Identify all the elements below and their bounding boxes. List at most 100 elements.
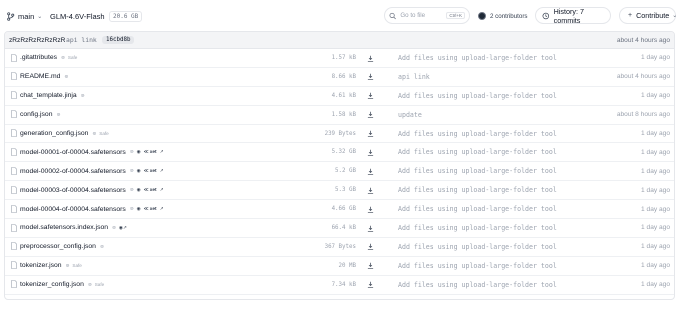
lfs-icon: ⊚ (64, 73, 69, 79)
file-row[interactable]: tokenizer_config.json ⊚ Safe 7.34 kB Add fil… (5, 276, 674, 295)
xet-icon: ≪ (143, 149, 149, 155)
file-row[interactable]: README.md ⊚ 8.66 kB api link about 4 hours a… (5, 68, 674, 87)
download-icon[interactable] (367, 73, 374, 81)
file-badges: ⊚ ◉ ≪ xet ↗ (130, 149, 164, 155)
file-row[interactable]: video_preprocessor_config.json⊚369 Bytes… (5, 295, 674, 299)
xet-icon: ≪ (143, 168, 149, 174)
file-name[interactable]: tokenizer.json (20, 262, 62, 269)
view-icon[interactable]: ↗ (160, 149, 164, 155)
file-name[interactable]: preprocessor_config.json (20, 243, 96, 250)
file-size: 5.32 GB (331, 149, 356, 156)
eye-icon[interactable]: ◉ (137, 187, 141, 193)
file-name[interactable]: README.md (20, 73, 60, 80)
file-commit-message[interactable]: Add files using upload-large-folder tool (398, 243, 557, 251)
file-name[interactable]: model-00002-of-00004.safetensors (20, 168, 126, 175)
commit-author[interactable]: zRzRzRzRzRzRzR (9, 37, 65, 44)
file-commit-message[interactable]: Add files using upload-large-folder tool (398, 92, 557, 100)
file-name[interactable]: .gitattributes (20, 54, 57, 61)
history-button[interactable]: History: 7 commits (535, 6, 611, 25)
file-row[interactable]: config.json ⊚ 1.58 kB update about 8 hours a… (5, 106, 674, 125)
file-row[interactable]: chat_template.jinja ⊚ 4.61 kB Add files usi… (5, 87, 674, 106)
eye-icon[interactable]: ◉ (137, 206, 141, 212)
search-shortcut: Ctrl+K (446, 12, 465, 19)
file-row[interactable]: model.safetensors.index.json ⊚ ◉↗ 66.4 kB Ad… (5, 219, 674, 238)
download-icon[interactable] (367, 225, 374, 232)
view-icon[interactable]: ◉↗ (119, 225, 127, 231)
file-name[interactable]: generation_config.json (20, 130, 88, 137)
contributors-link[interactable]: 2 contributors (478, 6, 528, 26)
file-commit-message[interactable]: Add files using upload-large-folder tool (398, 167, 557, 175)
download-icon[interactable] (367, 206, 374, 213)
file-name[interactable]: chat_template.jinja (20, 92, 77, 99)
file-name[interactable]: model-00001-of-00004.safetensors (20, 149, 126, 156)
file-badges: ⊚ ◉↗ (112, 225, 127, 231)
file-row[interactable]: tokenizer.json ⊚ Safe 20 MB Add files using … (5, 257, 674, 276)
file-size: 5.2 GB (335, 168, 356, 175)
file-name[interactable]: config.json (20, 111, 53, 118)
go-to-file-search[interactable]: Ctrl+K (384, 7, 470, 24)
lfs-icon: ⊚ (129, 168, 134, 174)
download-icon[interactable] (367, 55, 374, 62)
download-icon[interactable] (367, 281, 374, 288)
download-icon[interactable] (367, 243, 374, 251)
file-commit-message[interactable]: Add files using upload-large-folder tool (398, 130, 557, 138)
commit-hash[interactable]: 16cbd8b (102, 36, 135, 44)
file-list: .gitattributes ⊚ Safe 1.57 kB Add files usin… (5, 49, 674, 299)
xet-badge: ≪ xet (144, 207, 157, 212)
view-icon[interactable]: ↗ (160, 187, 164, 193)
repo-toolbar: main ⌄ GLM-4.6V-Flash 20.6 GB Ctrl+K 2 c… (6, 6, 677, 26)
file-commit-message[interactable]: Add files using upload-large-folder tool (398, 54, 557, 62)
xet-badge: ≪ xet (144, 188, 157, 193)
file-row[interactable]: .gitattributes ⊚ Safe 1.57 kB Add files usin… (5, 49, 674, 68)
file-row[interactable]: generation_config.json ⊚ Safe 239 Bytes Add … (5, 125, 674, 144)
file-row[interactable]: model-00002-of-00004.safetensors ⊚ ◉ ≪ xet ↗ 5… (5, 162, 674, 182)
file-commit-message[interactable]: Add files using upload-large-folder tool (398, 224, 557, 232)
file-icon (11, 72, 17, 81)
view-icon[interactable]: ↗ (160, 168, 164, 174)
lfs-icon: ⊚ (99, 243, 104, 249)
download-icon[interactable] (367, 130, 374, 137)
branch-selector[interactable]: main ⌄ (6, 6, 42, 26)
file-name[interactable]: tokenizer_config.json (20, 281, 84, 288)
eye-icon[interactable]: ◉ (137, 168, 141, 174)
file-name[interactable]: model-00003-of-00004.safetensors (20, 187, 126, 194)
file-badges: ⊚ Safe (66, 263, 82, 269)
contribute-button[interactable]: + Contribute ⌄ (619, 7, 677, 24)
eye-icon[interactable]: ◉ (137, 149, 141, 155)
file-badges: ⊚ ◉ ≪ xet ↗ (130, 206, 164, 212)
file-commit-message[interactable]: Add files using upload-large-folder tool (398, 281, 557, 289)
download-icon[interactable] (367, 168, 374, 175)
download-icon[interactable] (367, 262, 374, 269)
file-icon (11, 53, 17, 62)
repo-name[interactable]: GLM-4.6V-Flash (50, 6, 105, 26)
xet-badge: ≪ xet (144, 169, 157, 174)
search-input[interactable] (400, 12, 447, 19)
file-commit-message[interactable]: update (398, 111, 422, 119)
file-commit-message[interactable]: Add files using upload-large-folder tool (398, 262, 557, 270)
file-icon (11, 129, 17, 137)
file-icon (11, 223, 17, 232)
file-commit-message[interactable]: Add files using upload-large-folder tool (398, 148, 557, 156)
view-icon[interactable]: ↗ (160, 206, 164, 212)
download-icon[interactable] (367, 187, 374, 194)
file-time: 1 day ago (641, 130, 670, 137)
history-label: History: 7 commits (553, 6, 584, 25)
download-icon[interactable] (367, 149, 374, 156)
file-commit-message[interactable]: api link (398, 73, 430, 81)
file-commit-message[interactable]: Add files using upload-large-folder tool (398, 186, 557, 194)
file-name[interactable]: model-00004-of-00004.safetensors (20, 206, 126, 213)
download-icon[interactable] (367, 92, 374, 99)
download-icon[interactable] (367, 111, 374, 118)
file-time: 1 day ago (641, 167, 670, 175)
file-commit-message[interactable]: Add files using upload-large-folder tool (398, 205, 557, 213)
file-name[interactable]: model.safetensors.index.json (20, 224, 108, 231)
file-row[interactable]: model-00004-of-00004.safetensors ⊚ ◉ ≪ xet ↗ 4… (5, 200, 674, 220)
file-time: 1 day ago (641, 92, 670, 100)
contribute-label: Contribute (636, 11, 670, 20)
commit-message[interactable]: api link (66, 36, 97, 44)
file-row[interactable]: model-00001-of-00004.safetensors ⊚ ◉ ≪ xet ↗ 5… (5, 143, 674, 163)
file-badges: ⊚ (81, 93, 85, 99)
file-row[interactable]: preprocessor_config.json ⊚ 367 Bytes Add fi… (5, 238, 674, 257)
file-size: 8.66 kB (331, 73, 356, 80)
file-row[interactable]: model-00003-of-00004.safetensors ⊚ ◉ ≪ xet ↗ 5… (5, 181, 674, 201)
